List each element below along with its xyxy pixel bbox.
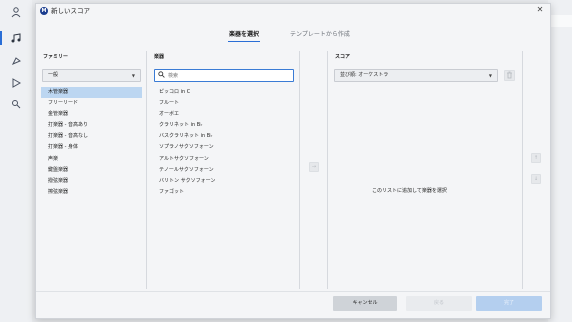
tab-label: テンプレートから作成 bbox=[290, 31, 350, 38]
instrument-item-tenor-sax[interactable]: テノールサクソフォーン bbox=[152, 165, 297, 176]
app-sidebar bbox=[0, 0, 32, 322]
panel-divider bbox=[146, 51, 147, 289]
panel-divider bbox=[522, 51, 523, 289]
chevron-down-icon: ▼ bbox=[488, 73, 492, 78]
user-icon[interactable] bbox=[10, 6, 22, 18]
plugin-icon[interactable] bbox=[10, 55, 22, 67]
family-item-free-reed[interactable]: フリーリード bbox=[41, 98, 142, 109]
family-item-pitched-percussion[interactable]: 打楽器 - 音高あり bbox=[41, 120, 142, 131]
family-header: ファミリー bbox=[43, 54, 69, 60]
dialog-title: 新しいスコア bbox=[51, 7, 90, 15]
instrument-item-clarinet[interactable]: クラリネット in B♭ bbox=[152, 120, 297, 131]
app-right-strip bbox=[548, 0, 572, 322]
family-item-woodwinds[interactable]: 木管楽器 bbox=[41, 87, 142, 99]
tab-label: 楽器を選択 bbox=[229, 31, 260, 38]
instrument-list: ピッコロ in C フルート オーボエ クラリネット in B♭ バスクラリネッ… bbox=[152, 87, 297, 198]
score-panel: スコア 並び順: オーケストラ ▼ このリストに追加して楽器を選択 bbox=[333, 53, 521, 287]
instrument-item-bass-clarinet[interactable]: バスクラリネット in B♭ bbox=[152, 131, 297, 142]
score-empty-message: このリストに追加して楽器を選択 bbox=[372, 188, 447, 194]
family-item-brass[interactable]: 金管楽器 bbox=[41, 109, 142, 120]
app-right-block bbox=[548, 15, 572, 27]
tab-choose-instruments[interactable]: 楽器を選択 bbox=[228, 31, 261, 42]
instruments-panel: 楽器 ピッコロ in C フルート オーボエ クラリネット in B♭ バスクラ… bbox=[152, 53, 297, 287]
search-input[interactable] bbox=[168, 71, 268, 80]
music-note-icon[interactable] bbox=[10, 32, 22, 44]
panel-divider bbox=[327, 51, 328, 289]
instrument-item-soprano-sax[interactable]: ソプラノサクソフォーン bbox=[152, 142, 297, 153]
family-item-keyboards[interactable]: 鍵盤楽器 bbox=[41, 165, 142, 176]
delete-icon[interactable] bbox=[504, 70, 515, 81]
play-icon[interactable] bbox=[10, 77, 22, 89]
instrument-search-box[interactable] bbox=[154, 69, 294, 82]
cancel-button[interactable]: キャンセル bbox=[333, 296, 397, 311]
back-button[interactable]: 戻る bbox=[406, 296, 472, 311]
instrument-item-flute[interactable]: フルート bbox=[152, 98, 297, 109]
close-button[interactable]: ✕ bbox=[535, 5, 545, 15]
dropdown-value: 並び順: オーケストラ bbox=[340, 72, 389, 78]
family-group-dropdown[interactable]: 一般 ▼ bbox=[42, 69, 141, 82]
done-button[interactable]: 完了 bbox=[476, 296, 542, 311]
family-item-unpitched-percussion[interactable]: 打楽器 - 音高なし bbox=[41, 131, 142, 142]
family-item-body-percussion[interactable]: 打楽器 - 身体 bbox=[41, 142, 142, 153]
order-dropdown[interactable]: 並び順: オーケストラ ▼ bbox=[334, 69, 498, 82]
search-icon bbox=[158, 71, 165, 81]
community-icon[interactable] bbox=[10, 98, 22, 110]
instrument-item-oboe[interactable]: オーボエ bbox=[152, 109, 297, 120]
musescore-logo-icon: M bbox=[40, 7, 48, 15]
family-item-voices[interactable]: 声楽 bbox=[41, 154, 142, 165]
tab-create-from-template[interactable]: テンプレートから作成 bbox=[290, 31, 350, 39]
family-item-plucked-strings[interactable]: 撥弦楽器 bbox=[41, 176, 142, 187]
footer-divider bbox=[36, 291, 550, 292]
instrument-item-piccolo[interactable]: ピッコロ in C bbox=[152, 87, 297, 98]
move-up-button[interactable]: ↑ bbox=[531, 153, 541, 163]
move-down-button[interactable]: ↓ bbox=[531, 174, 541, 184]
panel-divider bbox=[299, 51, 300, 289]
dropdown-value: 一般 bbox=[48, 72, 59, 78]
family-item-bowed-strings[interactable]: 擦弦楽器 bbox=[41, 187, 142, 198]
active-indicator bbox=[0, 31, 2, 45]
family-panel: ファミリー 一般 ▼ 木管楽器 フリーリード 金管楽器 打楽器 - 音高あり 打… bbox=[41, 53, 142, 287]
score-header: スコア bbox=[335, 54, 351, 60]
instrument-item-baritone-sax[interactable]: バリトン サクソフォーン bbox=[152, 176, 297, 187]
family-list: 木管楽器 フリーリード 金管楽器 打楽器 - 音高あり 打楽器 - 音高なし 打… bbox=[41, 87, 142, 198]
chevron-down-icon: ▼ bbox=[131, 73, 135, 78]
tab-bar: 楽器を選択 テンプレートから作成 bbox=[36, 31, 550, 43]
tab-underline bbox=[228, 41, 261, 42]
add-to-score-button[interactable]: → bbox=[309, 162, 319, 172]
instruments-header: 楽器 bbox=[154, 54, 165, 60]
new-score-dialog: M 新しいスコア ✕ 楽器を選択 テンプレートから作成 ファミリー 一般 ▼ 木… bbox=[35, 3, 551, 319]
instrument-item-bassoon[interactable]: ファゴット bbox=[152, 187, 297, 198]
instrument-item-alto-sax[interactable]: アルトサクソフォーン bbox=[152, 154, 297, 165]
dialog-titlebar: M 新しいスコア ✕ bbox=[36, 4, 550, 18]
